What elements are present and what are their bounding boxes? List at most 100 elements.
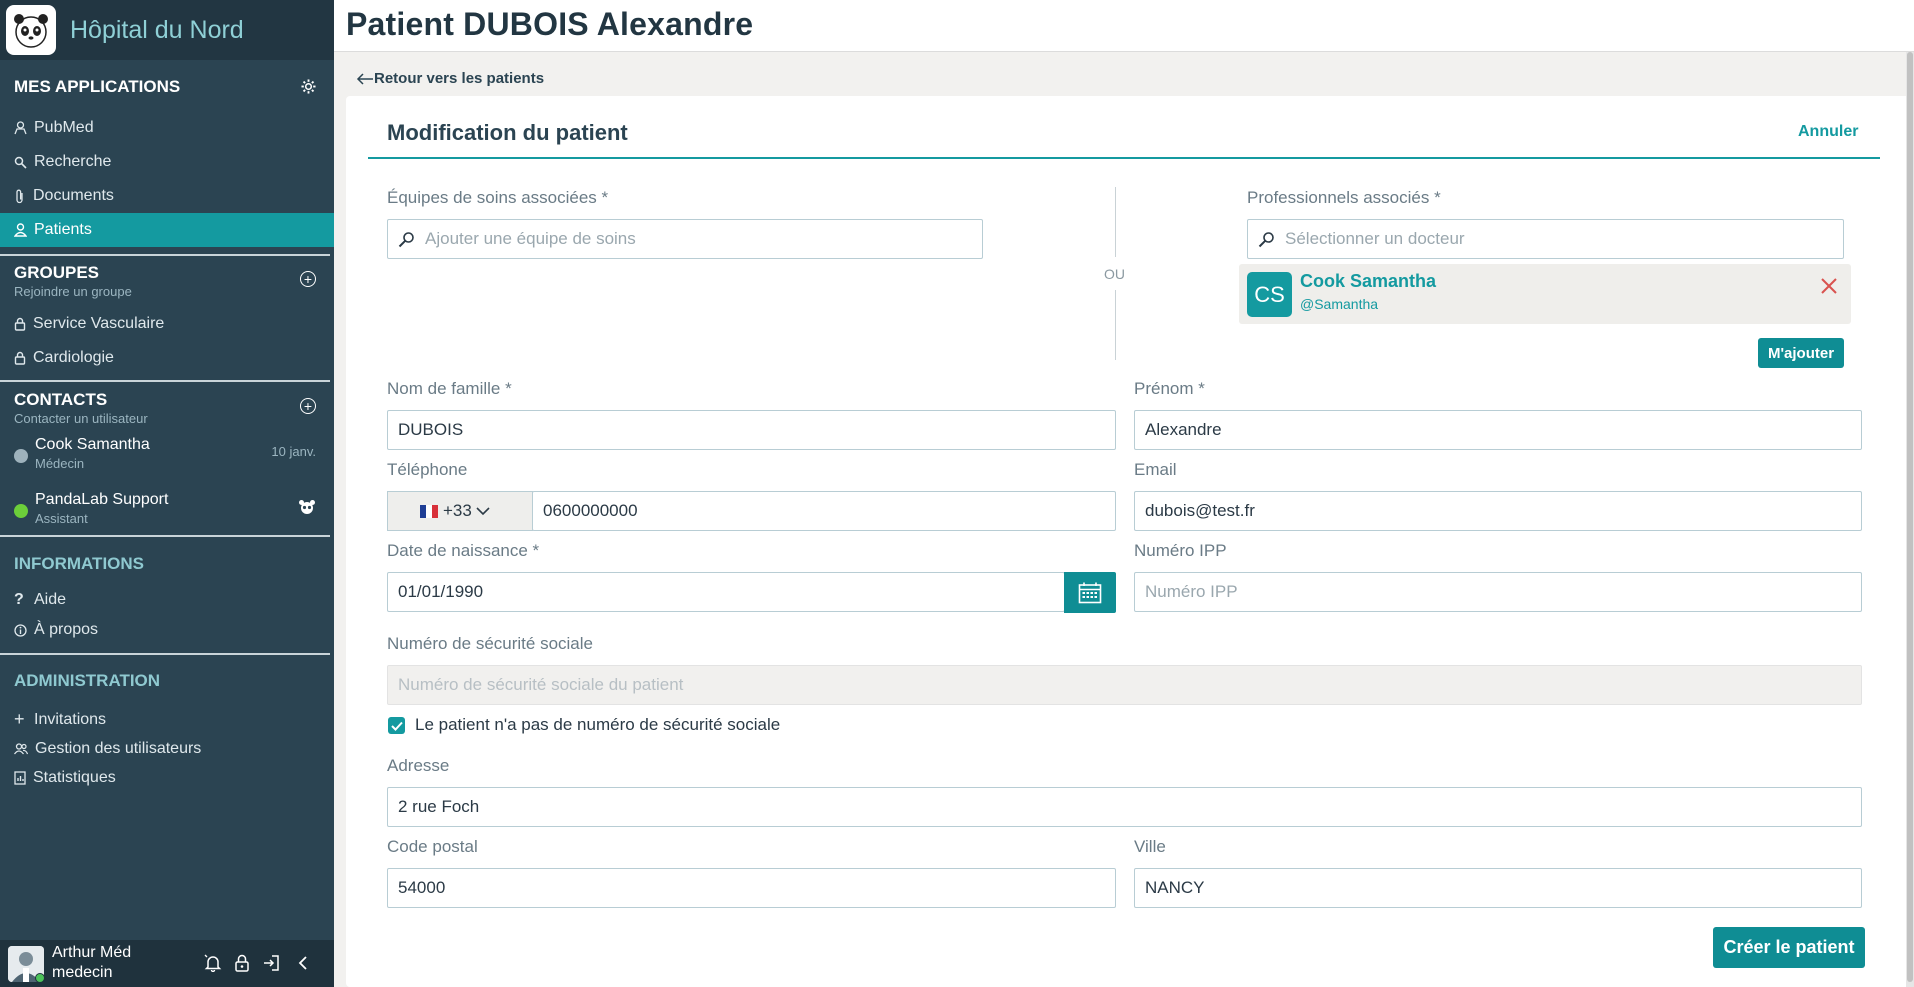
lastname-label: Nom de famille * xyxy=(387,379,512,398)
contact-date: 10 janv. xyxy=(271,444,316,459)
phone-field[interactable]: 0600000000 xyxy=(532,491,1116,531)
lock-icon xyxy=(14,351,26,365)
address-label: Adresse xyxy=(387,756,450,775)
apps-section-title: MES APPLICATIONS xyxy=(14,77,181,96)
remove-doctor-icon[interactable] xyxy=(1819,276,1839,296)
sidebar-item-gestion-utilisateurs[interactable]: Gestion des utilisateurs xyxy=(0,734,334,763)
lock-icon xyxy=(14,317,26,331)
doctor-search-input[interactable]: Sélectionner un docteur xyxy=(1247,219,1844,259)
ipp-field[interactable]: Numéro IPP xyxy=(1134,572,1862,612)
city-field[interactable]: NANCY xyxy=(1134,868,1862,908)
lock-icon[interactable] xyxy=(234,954,250,972)
sidebar-item-label: Cardiologie xyxy=(33,349,114,366)
online-status-dot xyxy=(35,973,45,983)
address-field[interactable]: 2 rue Foch xyxy=(387,787,1862,827)
info-icon xyxy=(14,623,27,637)
care-team-placeholder: Ajouter une équipe de soins xyxy=(425,229,636,248)
sidebar-item-pubmed[interactable]: PubMed xyxy=(0,111,334,145)
chart-icon xyxy=(14,770,26,785)
postal-code-field[interactable]: 54000 xyxy=(387,868,1116,908)
status-dot xyxy=(14,504,28,518)
selected-doctor-chip: CS Cook Samantha @Samantha xyxy=(1239,264,1851,324)
divider xyxy=(0,535,330,537)
ssn-label: Numéro de sécurité sociale xyxy=(387,634,593,653)
divider xyxy=(0,380,330,382)
submit-patient-button[interactable]: Créer le patient xyxy=(1713,927,1865,968)
city-label: Ville xyxy=(1134,837,1166,856)
contact-name: Cook Samantha xyxy=(35,436,150,453)
search-icon xyxy=(1258,231,1274,247)
brand-header[interactable]: Hôpital du Nord xyxy=(0,0,334,60)
care-team-search-input[interactable]: Ajouter une équipe de soins xyxy=(387,219,983,259)
calendar-button[interactable] xyxy=(1064,572,1116,613)
sidebar-item-a-propos[interactable]: À propos xyxy=(0,615,334,645)
no-ssn-checkbox[interactable] xyxy=(388,717,405,734)
contacts-section-title: CONTACTS xyxy=(14,390,108,409)
no-ssn-label[interactable]: Le patient n'a pas de numéro de sécurité… xyxy=(415,715,780,735)
doctor-search-placeholder: Sélectionner un docteur xyxy=(1285,229,1465,248)
birthdate-field[interactable]: 01/01/1990 xyxy=(387,572,1065,612)
sidebar-item-invitations[interactable]: + Invitations xyxy=(0,705,334,734)
professionals-label: Professionnels associés * xyxy=(1247,188,1441,207)
users-icon xyxy=(14,742,28,754)
firstname-label: Prénom * xyxy=(1134,379,1205,398)
cancel-button[interactable]: Annuler xyxy=(1798,123,1858,141)
sidebar-item-label: À propos xyxy=(34,621,99,638)
contact-name: PandaLab Support xyxy=(35,491,169,508)
arrow-left-icon xyxy=(356,72,373,85)
page-title: Patient DUBOIS Alexandre xyxy=(346,6,754,42)
sidebar-item-documents[interactable]: Documents xyxy=(0,179,334,213)
contact-item[interactable]: PandaLab Support Assistant xyxy=(0,487,334,531)
brand-name: Hôpital du Nord xyxy=(70,15,244,44)
sidebar-item-label: Patients xyxy=(34,221,92,238)
city-value: NANCY xyxy=(1145,878,1205,897)
sidebar-item-patients[interactable]: Patients xyxy=(0,213,334,247)
user-role: medecin xyxy=(52,964,113,981)
sidebar-item-label: Invitations xyxy=(34,710,107,728)
logout-icon[interactable] xyxy=(262,954,280,972)
doctor-name[interactable]: Cook Samantha xyxy=(1300,271,1436,292)
sidebar-item-service-vasculaire[interactable]: Service Vasculaire xyxy=(0,307,334,341)
collapse-chevron-icon[interactable] xyxy=(296,954,310,972)
birthdate-label: Date de naissance * xyxy=(387,541,540,560)
add-me-button[interactable]: M'ajouter xyxy=(1758,338,1844,368)
firstname-value: Alexandre xyxy=(1145,420,1222,439)
country-code-select[interactable]: +33 xyxy=(387,491,533,531)
france-flag-icon xyxy=(420,504,438,518)
country-code-value: +33 xyxy=(443,501,472,520)
admin-section-title: ADMINISTRATION xyxy=(14,671,161,690)
lastname-field[interactable]: DUBOIS xyxy=(387,410,1116,450)
sidebar-item-statistiques[interactable]: Statistiques xyxy=(0,763,334,792)
divider xyxy=(0,254,330,256)
info-section-title: INFORMATIONS xyxy=(14,554,145,573)
groups-section-title: GROUPES xyxy=(14,263,100,282)
pubmed-icon xyxy=(14,121,27,135)
phone-label: Téléphone xyxy=(387,460,468,479)
sidebar-item-aide[interactable]: ? Aide xyxy=(0,585,334,615)
gear-icon[interactable] xyxy=(301,79,316,94)
sidebar-item-label: Statistiques xyxy=(33,768,116,786)
title-divider xyxy=(368,157,1880,159)
sidebar: Hôpital du Nord MES APPLICATIONS PubMed … xyxy=(0,0,334,987)
person-icon xyxy=(14,223,27,237)
contact-item[interactable]: Cook Samantha Médecin 10 janv. xyxy=(0,432,334,476)
birthdate-value: 01/01/1990 xyxy=(398,582,484,601)
doctor-avatar: CS xyxy=(1247,272,1292,317)
user-bar: Arthur Méd medecin xyxy=(0,940,334,987)
phone-value: 0600000000 xyxy=(543,501,638,520)
chevron-down-icon xyxy=(476,507,490,516)
firstname-field[interactable]: Alexandre xyxy=(1134,410,1862,450)
sidebar-item-recherche[interactable]: Recherche xyxy=(0,145,334,179)
sidebar-item-label: Gestion des utilisateurs xyxy=(35,739,202,757)
scrollbar-thumb[interactable] xyxy=(1907,52,1913,982)
calendar-icon xyxy=(1078,582,1102,603)
contact-role: Médecin xyxy=(35,456,85,471)
sidebar-item-cardiologie[interactable]: Cardiologie xyxy=(0,341,334,375)
back-link[interactable]: Retour vers les patients xyxy=(356,70,544,87)
or-divider-bottom xyxy=(1115,290,1116,360)
email-field[interactable]: dubois@test.fr xyxy=(1134,491,1862,531)
sidebar-item-label: Recherche xyxy=(34,153,112,170)
bell-icon[interactable] xyxy=(204,954,222,972)
add-contact-icon[interactable]: + xyxy=(300,398,316,414)
add-group-icon[interactable]: + xyxy=(300,271,316,287)
